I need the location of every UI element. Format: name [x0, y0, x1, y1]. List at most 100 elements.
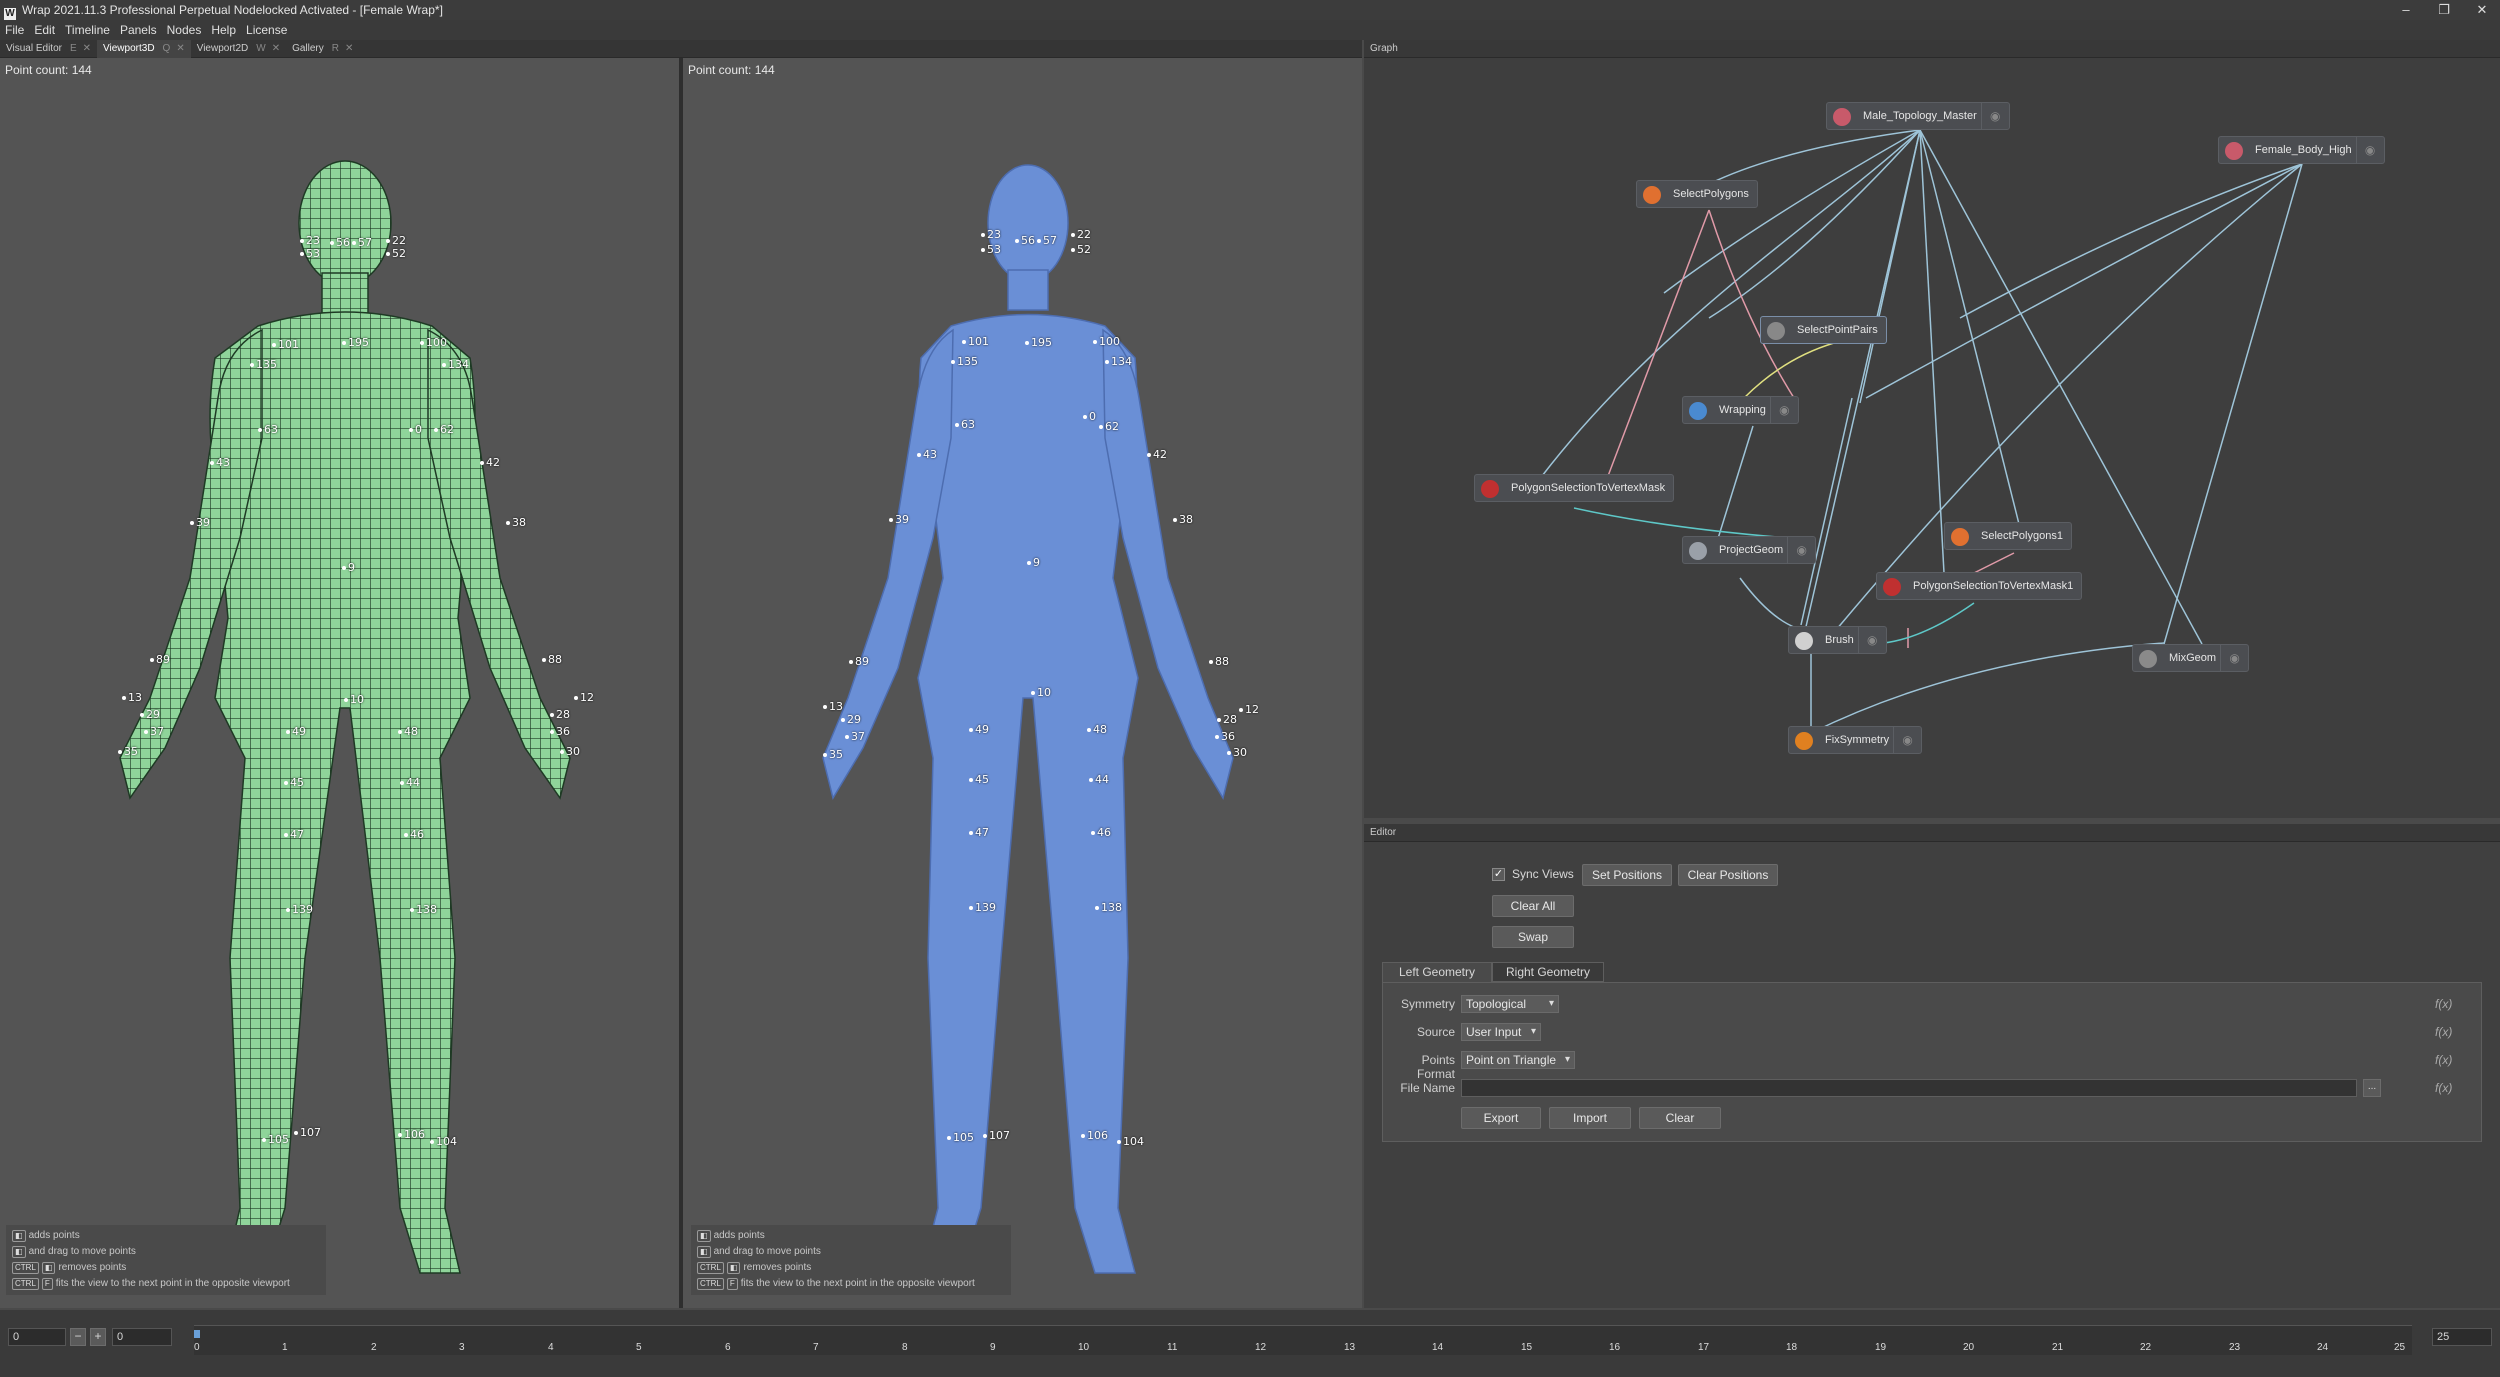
menu-help[interactable]: Help: [206, 20, 241, 40]
visibility-icon[interactable]: ◉: [1980, 103, 2009, 129]
landmark-label[interactable]: 138: [410, 903, 437, 916]
symmetry-select[interactable]: Topological: [1461, 995, 1559, 1013]
landmark-label[interactable]: 52: [386, 247, 406, 260]
landmark-label[interactable]: 36: [550, 725, 570, 738]
left-viewport[interactable]: Point count: 144 101 195 100 135 134 63 …: [0, 58, 679, 1308]
menu-edit[interactable]: Edit: [29, 20, 60, 40]
fx-file-name-icon[interactable]: f(x): [2435, 1081, 2452, 1095]
landmark-label[interactable]: 138: [1095, 901, 1122, 914]
landmark-label[interactable]: 44: [1089, 773, 1109, 786]
landmark-label[interactable]: 35: [823, 748, 843, 761]
landmark-label[interactable]: 62: [434, 423, 454, 436]
landmark-label[interactable]: 89: [849, 655, 869, 668]
landmark-label[interactable]: 39: [889, 513, 909, 526]
landmark-label[interactable]: 100: [1093, 335, 1120, 348]
node-fix-symmetry[interactable]: FixSymmetry ◉: [1788, 726, 1923, 754]
landmark-label[interactable]: 10: [344, 693, 364, 706]
landmark-label[interactable]: 52: [1071, 243, 1091, 256]
landmark-label[interactable]: 12: [1239, 703, 1259, 716]
landmark-label[interactable]: 105: [262, 1133, 289, 1146]
timeline-playhead[interactable]: [194, 1330, 200, 1338]
landmark-label[interactable]: 0: [1083, 410, 1096, 423]
landmark-label[interactable]: 88: [542, 653, 562, 666]
landmark-label[interactable]: 12: [574, 691, 594, 704]
landmark-label[interactable]: 135: [951, 355, 978, 368]
node-polygon-selection-to-vertex-mask1[interactable]: PolygonSelectionToVertexMask1: [1876, 572, 2083, 600]
landmark-label[interactable]: 135: [250, 358, 277, 371]
landmark-label[interactable]: 47: [284, 828, 304, 841]
timeline-track[interactable]: 0 1 2 3 4 5 6 7 8 9 10 11 12 13 14 15 16…: [194, 1325, 2412, 1355]
landmark-label[interactable]: 35: [118, 745, 138, 758]
landmark-label[interactable]: 106: [398, 1128, 425, 1141]
points-format-select[interactable]: Point on Triangle: [1461, 1051, 1575, 1069]
landmark-label[interactable]: 45: [969, 773, 989, 786]
tab-close-icon[interactable]: ✕: [83, 43, 91, 54]
clear-button[interactable]: Clear: [1639, 1107, 1721, 1129]
landmark-label[interactable]: 107: [294, 1126, 321, 1139]
landmark-label[interactable]: 44: [400, 776, 420, 789]
tab-viewport3d[interactable]: Viewport3D Q ✕: [97, 40, 191, 58]
node-select-point-pairs[interactable]: SelectPointPairs: [1760, 316, 1887, 344]
landmark-label[interactable]: 22: [1071, 228, 1091, 241]
set-positions-button[interactable]: Set Positions: [1582, 864, 1672, 886]
menu-timeline[interactable]: Timeline: [60, 20, 115, 40]
clear-positions-button[interactable]: Clear Positions: [1678, 864, 1778, 886]
landmark-label[interactable]: 195: [1025, 336, 1052, 349]
landmark-label[interactable]: 56: [1015, 234, 1035, 247]
node-polygon-selection-to-vertex-mask[interactable]: PolygonSelectionToVertexMask: [1474, 474, 1675, 502]
landmark-label[interactable]: 46: [404, 828, 424, 841]
landmark-label[interactable]: 37: [845, 730, 865, 743]
visibility-icon[interactable]: ◉: [2220, 645, 2248, 671]
timeline-current-input[interactable]: 0: [112, 1328, 172, 1346]
landmark-label[interactable]: 36: [1215, 730, 1235, 743]
landmark-label[interactable]: 23: [300, 234, 320, 247]
export-button[interactable]: Export: [1461, 1107, 1541, 1129]
landmark-label[interactable]: 134: [1105, 355, 1132, 368]
landmark-label[interactable]: 46: [1091, 826, 1111, 839]
landmark-label[interactable]: 89: [150, 653, 170, 666]
landmark-label[interactable]: 28: [550, 708, 570, 721]
source-select[interactable]: User Input: [1461, 1023, 1541, 1041]
visibility-icon[interactable]: ◉: [1893, 727, 1921, 753]
tab-close-icon[interactable]: ✕: [272, 43, 280, 54]
landmark-label[interactable]: 28: [1217, 713, 1237, 726]
landmark-label[interactable]: 88: [1209, 655, 1229, 668]
landmark-label[interactable]: 22: [386, 234, 406, 247]
menu-license[interactable]: License: [241, 20, 292, 40]
fx-points-format-icon[interactable]: f(x): [2435, 1053, 2452, 1067]
node-male-topology-master[interactable]: Male_Topology_Master ◉: [1826, 102, 2010, 130]
tab-close-icon[interactable]: ✕: [345, 43, 353, 54]
landmark-label[interactable]: 53: [300, 247, 320, 260]
landmark-label[interactable]: 104: [1117, 1135, 1144, 1148]
landmark-label[interactable]: 57: [1037, 234, 1057, 247]
timeline-decrement-button[interactable]: −: [70, 1328, 86, 1346]
landmark-label[interactable]: 43: [210, 456, 230, 469]
landmark-label[interactable]: 139: [969, 901, 996, 914]
landmark-label[interactable]: 107: [983, 1129, 1010, 1142]
landmark-label[interactable]: 53: [981, 243, 1001, 256]
landmark-label[interactable]: 63: [258, 423, 278, 436]
landmark-label[interactable]: 48: [398, 725, 418, 738]
node-wrapping[interactable]: Wrapping ◉: [1682, 396, 1799, 424]
landmark-label[interactable]: 42: [1147, 448, 1167, 461]
landmark-label[interactable]: 39: [190, 516, 210, 529]
file-name-input[interactable]: [1461, 1079, 2357, 1097]
import-button[interactable]: Import: [1549, 1107, 1631, 1129]
landmark-label[interactable]: 56: [330, 236, 350, 249]
swap-button[interactable]: Swap: [1492, 926, 1574, 948]
node-female-body-high[interactable]: Female_Body_High ◉: [2218, 136, 2385, 164]
landmark-label[interactable]: 42: [480, 456, 500, 469]
landmark-label[interactable]: 100: [420, 336, 447, 349]
timeline-end-input[interactable]: 25: [2432, 1328, 2492, 1346]
node-brush[interactable]: Brush ◉: [1788, 626, 1887, 654]
landmark-label[interactable]: 30: [560, 745, 580, 758]
landmark-label[interactable]: 37: [144, 725, 164, 738]
visibility-icon[interactable]: ◉: [1769, 397, 1798, 423]
landmark-label[interactable]: 49: [286, 725, 306, 738]
landmark-label[interactable]: 23: [981, 228, 1001, 241]
tab-close-icon[interactable]: ✕: [176, 43, 184, 54]
landmark-label[interactable]: 9: [342, 561, 355, 574]
landmark-label[interactable]: 38: [1173, 513, 1193, 526]
menu-panels[interactable]: Panels: [115, 20, 162, 40]
landmark-label[interactable]: 134: [442, 358, 469, 371]
